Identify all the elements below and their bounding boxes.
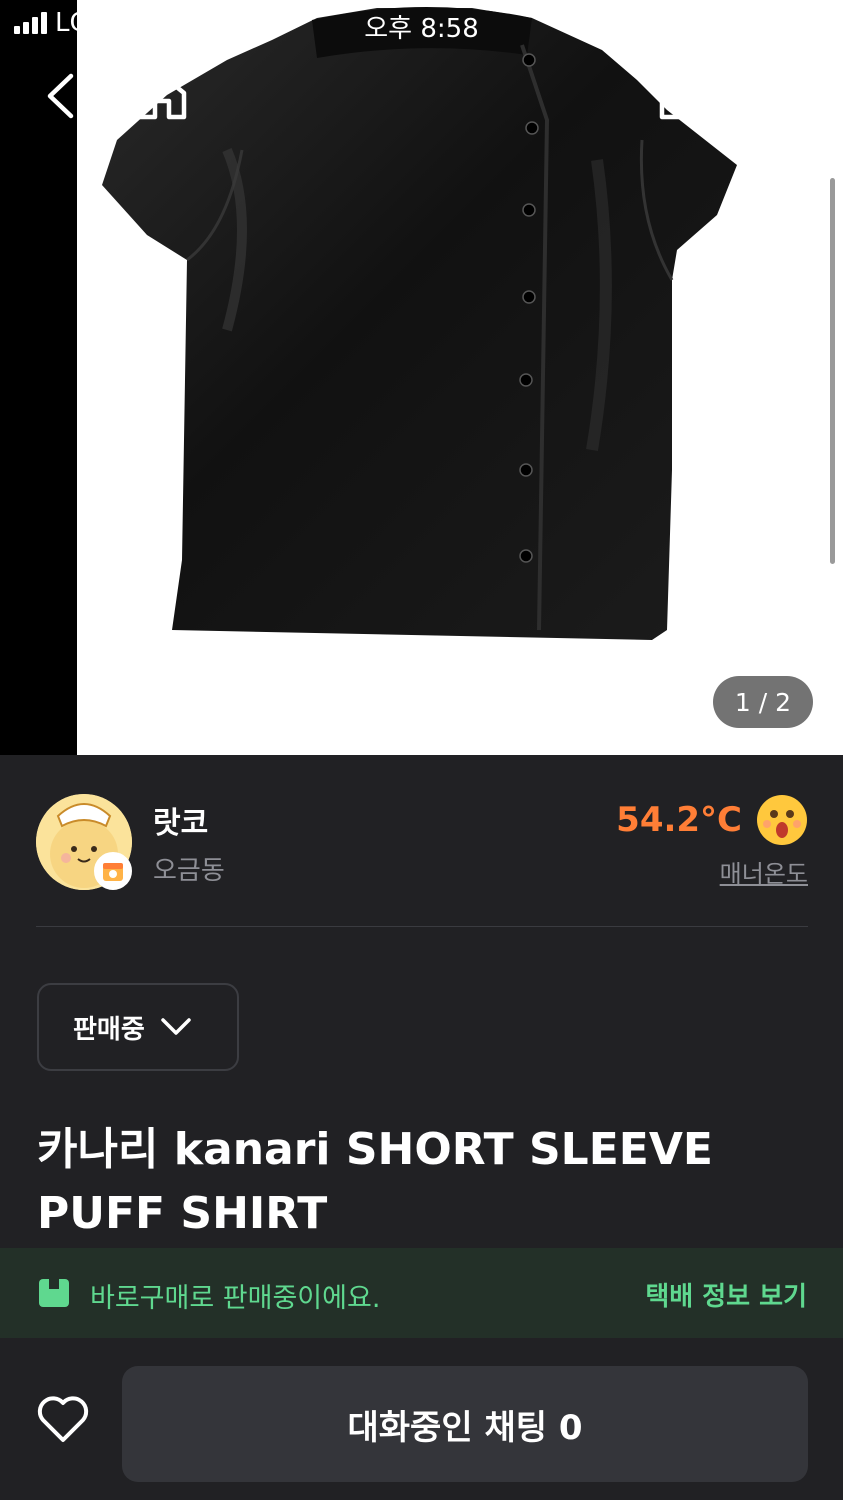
product-photo[interactable] — [77, 0, 843, 755]
battery-percent: 35% — [709, 8, 767, 38]
sale-status-label: 판매중 — [73, 1014, 145, 1045]
chevron-down-icon — [161, 1018, 191, 1035]
box-icon — [39, 1279, 69, 1307]
chat-button[interactable]: 대화중인 채팅 0 — [122, 1366, 808, 1482]
bottom-action-bar: 대화중인 채팅 0 — [0, 1338, 843, 1500]
sale-status-dropdown[interactable]: 판매중 — [37, 983, 239, 1071]
status-bar: LG U+ 오후 8:58 35% — [0, 0, 843, 48]
scroll-indicator — [830, 178, 835, 564]
more-button[interactable] — [753, 68, 809, 124]
share-icon — [659, 71, 705, 120]
heart-icon[interactable] — [36, 1394, 90, 1444]
seller-name[interactable]: 랏코 — [153, 798, 208, 842]
manner-temperature: 54.2°C — [616, 800, 742, 840]
home-button[interactable] — [134, 68, 190, 124]
home-icon — [137, 72, 187, 120]
more-vertical-icon — [776, 75, 786, 117]
banner-text: 바로구매로 판매중이에요. — [90, 1283, 381, 1314]
shipping-info-link[interactable]: 택배 정보 보기 — [645, 1276, 807, 1313]
share-button[interactable] — [654, 68, 710, 124]
back-button[interactable] — [32, 68, 88, 124]
image-counter: 1 / 2 — [713, 676, 813, 728]
chevron-left-icon — [47, 73, 74, 119]
listing-title-line2: PUFF SHIRT — [37, 1188, 328, 1239]
surprised-face-icon — [757, 795, 807, 845]
location-arrow-icon — [613, 14, 632, 32]
level-badge-icon — [94, 852, 132, 890]
product-image-area — [0, 0, 843, 755]
direct-purchase-banner: 바로구매로 판매중이에요. 택배 정보 보기 — [0, 1248, 843, 1338]
moon-icon — [646, 13, 664, 32]
seller-location: 오금동 — [153, 856, 225, 886]
listing-title: 카나리 kanari SHORT SLEEVE PUFF SHIRT — [37, 1118, 817, 1246]
listing-title-line1: 카나리 kanari SHORT SLEEVE — [37, 1124, 713, 1175]
shirt-image — [102, 6, 737, 640]
manner-temperature-link[interactable]: 매너온도 — [720, 854, 808, 889]
rotation-lock-icon — [676, 12, 698, 34]
seller-profile[interactable]: 랏코 오금동 54.2°C 매너온도 — [36, 792, 808, 892]
battery-icon — [777, 10, 833, 36]
divider — [36, 926, 808, 927]
